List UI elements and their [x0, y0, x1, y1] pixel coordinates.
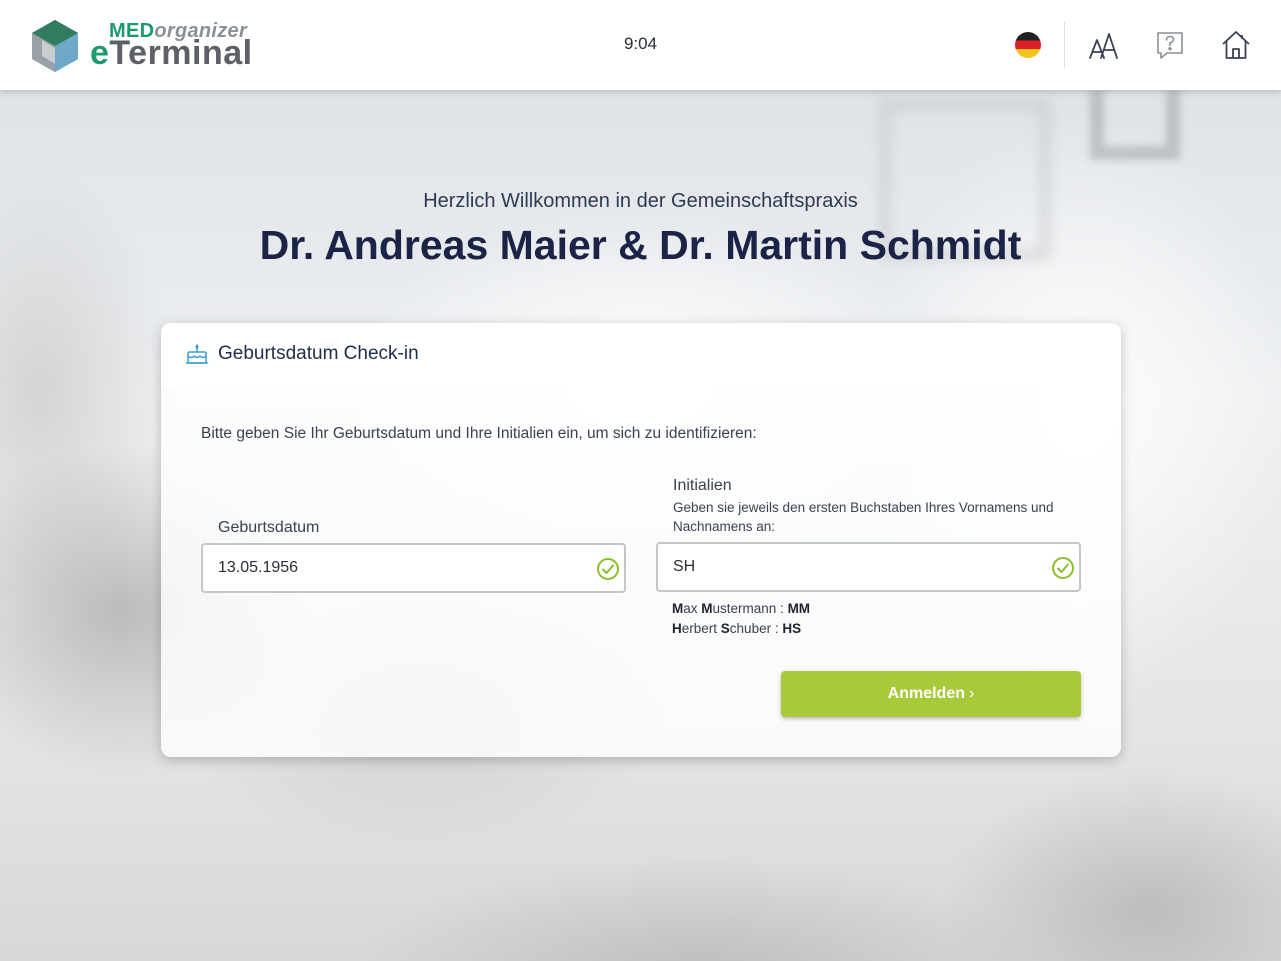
logo-e-text: e	[90, 34, 110, 72]
login-button-label: Anmelden	[887, 685, 965, 702]
initials-hint: Geben sie jeweils den ersten Buchstaben …	[673, 500, 1054, 534]
instructions-text: Bitte geben Sie Ihr Geburtsdatum und Ihr…	[201, 425, 757, 442]
checkin-card: Geburtsdatum Check-in Bitte geben Sie Ih…	[161, 323, 1121, 757]
top-bar: MEDorganizer eTerminal 9:04	[0, 0, 1281, 90]
chevron-right-icon: ›	[969, 685, 975, 702]
logo-title: eTerminal	[90, 34, 253, 73]
header-divider	[1064, 22, 1065, 68]
login-button[interactable]: Anmelden ›	[781, 671, 1081, 717]
help-icon[interactable]	[1153, 28, 1187, 62]
practice-name: Dr. Andreas Maier & Dr. Martin Schmidt	[259, 222, 1022, 268]
initials-examples: Max Mustermann : MM Herbert Schuber : HS	[672, 599, 810, 639]
example-line: Max Mustermann : MM	[672, 601, 811, 616]
initials-input[interactable]: SH	[656, 542, 1081, 592]
valid-check-icon	[597, 558, 619, 580]
background-window-frame	[1090, 90, 1180, 160]
logo-mark-icon	[32, 20, 78, 72]
german-flag-icon[interactable]	[1015, 32, 1041, 58]
home-icon[interactable]	[1219, 28, 1253, 62]
card-header: Geburtsdatum Check-in	[161, 323, 1121, 386]
clock: 9:04	[623, 34, 658, 53]
welcome-subtitle: Herzlich Willkommen in der Gemeinschafts…	[423, 190, 858, 212]
app-logo: MEDorganizer eTerminal	[32, 18, 262, 74]
birthday-cake-icon	[185, 344, 209, 364]
font-size-icon[interactable]	[1087, 28, 1121, 62]
initials-label: Initialien	[673, 477, 732, 494]
birthdate-input[interactable]: 13.05.1956	[201, 543, 626, 593]
logo-terminal-text: Terminal	[109, 34, 253, 72]
example-line: Herbert Schuber : HS	[672, 621, 802, 636]
valid-check-icon	[1052, 557, 1074, 579]
birthdate-label: Geburtsdatum	[218, 519, 320, 536]
card-title: Geburtsdatum Check-in	[218, 343, 419, 364]
